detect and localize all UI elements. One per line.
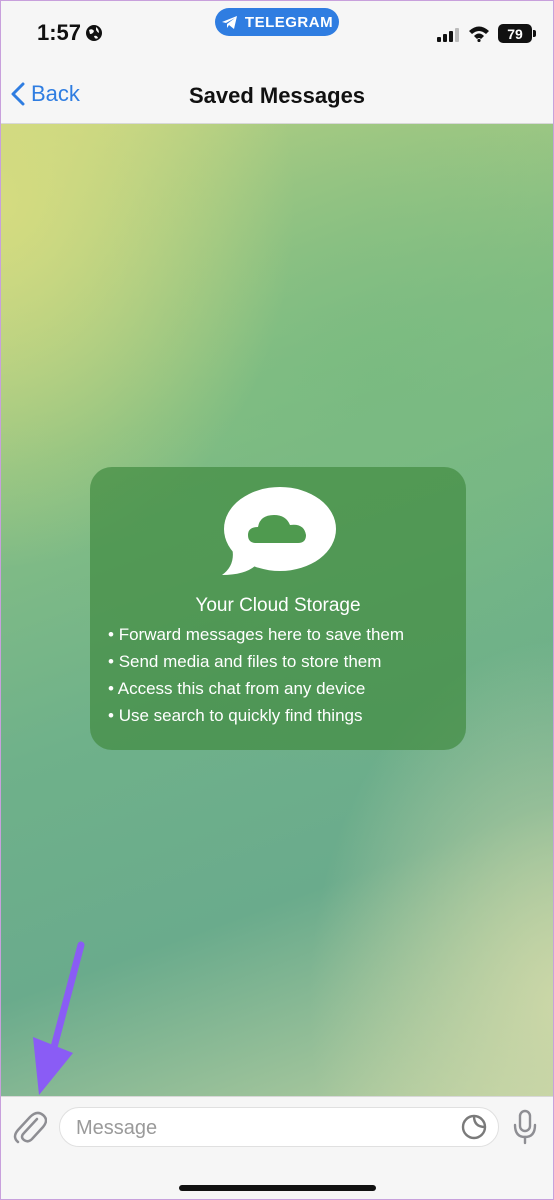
list-item: • Use search to quickly find things	[108, 706, 363, 725]
status-bar: 1:57 TELEGRAM 79	[1, 1, 553, 65]
app-screen: 1:57 TELEGRAM 79 Back Saved Messages You…	[0, 0, 554, 1200]
message-input[interactable]	[74, 1108, 448, 1148]
navigation-bar: Back Saved Messages	[1, 65, 553, 124]
message-field[interactable]	[59, 1107, 499, 1148]
battery-indicator: 79	[498, 24, 532, 43]
card-title: Your Cloud Storage	[195, 595, 361, 616]
page-title: Saved Messages	[188, 83, 366, 108]
wifi-icon	[469, 26, 489, 42]
speech-bubble-cloud-icon	[222, 487, 336, 575]
microphone-icon[interactable]	[512, 1109, 538, 1145]
paperclip-icon[interactable]	[13, 1109, 47, 1145]
status-time: 1:57	[37, 20, 82, 45]
telegram-icon	[221, 15, 237, 29]
app-pill-label: TELEGRAM	[244, 13, 334, 31]
list-item: • Access this chat from any device	[108, 679, 366, 698]
card-feature-list: • Forward messages here to save them • S…	[108, 624, 404, 732]
return-to-app-pill[interactable]: TELEGRAM	[215, 8, 339, 36]
battery-level: 79	[507, 25, 523, 42]
home-indicator	[179, 1185, 376, 1191]
list-item: • Send media and files to store them	[108, 652, 382, 671]
battery-tip	[533, 30, 536, 37]
signal-icon	[437, 28, 459, 42]
sticker-icon[interactable]	[460, 1113, 488, 1141]
cloud-storage-card: Your Cloud Storage • Forward messages he…	[90, 467, 466, 750]
list-item: • Forward messages here to save them	[108, 625, 405, 644]
globe-icon	[86, 25, 102, 41]
annotation-arrow	[33, 941, 85, 1095]
message-input-bar	[1, 1096, 553, 1199]
